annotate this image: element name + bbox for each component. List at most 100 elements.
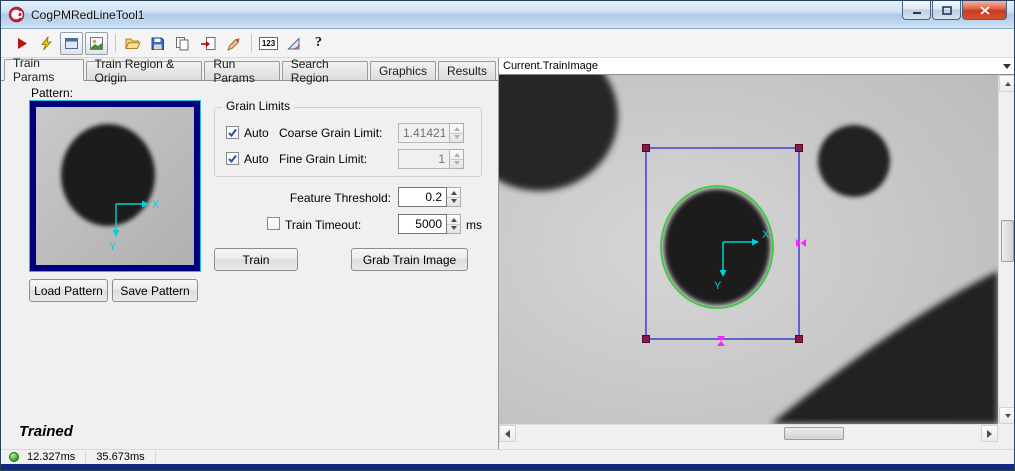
tool-window: CogPMRedLineTool1 bbox=[0, 0, 1015, 471]
image-source-value: Current.TrainImage bbox=[503, 60, 598, 72]
image-source-dropdown[interactable]: Current.TrainImage bbox=[499, 58, 1015, 75]
load-pattern-button[interactable]: Load Pattern bbox=[29, 279, 108, 302]
run-button[interactable] bbox=[10, 32, 33, 55]
right-arrow-icon bbox=[987, 430, 992, 438]
axis-y-label: Y bbox=[714, 280, 722, 292]
tab-label: Results bbox=[447, 64, 487, 78]
status-separator bbox=[85, 452, 86, 463]
open-file-button[interactable] bbox=[121, 32, 144, 55]
train-timeout-spinner[interactable] bbox=[447, 214, 461, 234]
pattern-image: X Y bbox=[36, 107, 194, 265]
status-led-icon bbox=[9, 452, 19, 462]
fine-auto-checkbox[interactable] bbox=[226, 152, 239, 165]
train-timeout-label: Train Timeout: bbox=[285, 218, 361, 232]
grab-train-image-button[interactable]: Grab Train Image bbox=[351, 248, 468, 271]
train-button[interactable]: Train bbox=[214, 248, 298, 271]
maximize-icon bbox=[942, 6, 952, 15]
scroll-up-button[interactable] bbox=[999, 75, 1015, 92]
total-time-value: 35.673ms bbox=[96, 451, 144, 463]
tab-label: Train Params bbox=[13, 56, 75, 84]
numeric-display-button[interactable]: 123 bbox=[257, 32, 280, 55]
fine-grain-limit-spinner[interactable] bbox=[450, 149, 464, 169]
scroll-right-button[interactable] bbox=[981, 425, 998, 442]
copy-icon bbox=[175, 36, 190, 51]
blob-top-right bbox=[818, 125, 890, 197]
up-arrow-icon bbox=[454, 127, 460, 131]
horizontal-scrollbar[interactable] bbox=[499, 424, 998, 441]
vertical-scroll-thumb[interactable] bbox=[1001, 220, 1014, 262]
tab-search-region[interactable]: Search Region bbox=[282, 61, 368, 80]
pen-button[interactable] bbox=[221, 32, 244, 55]
help-icon: ? bbox=[315, 35, 322, 51]
copy-button[interactable] bbox=[171, 32, 194, 55]
tab-strip: Train Params Train Region & Origin Run P… bbox=[1, 58, 498, 81]
down-arrow-icon bbox=[451, 199, 457, 203]
image-display-icon bbox=[89, 36, 104, 51]
tab-run-params[interactable]: Run Params bbox=[204, 61, 279, 80]
vertical-scrollbar[interactable] bbox=[998, 75, 1015, 424]
close-button[interactable] bbox=[962, 1, 1007, 20]
coarse-grain-limit-input[interactable] bbox=[398, 123, 450, 143]
up-arrow-icon bbox=[454, 153, 460, 157]
lightning-icon bbox=[39, 36, 54, 51]
numeric-icon: 123 bbox=[259, 37, 278, 50]
float-window-button[interactable] bbox=[60, 32, 83, 55]
scroll-left-button[interactable] bbox=[499, 425, 516, 442]
scroll-down-button[interactable] bbox=[999, 407, 1015, 424]
coarse-grain-limit-spinner[interactable] bbox=[450, 123, 464, 143]
tab-train-params[interactable]: Train Params bbox=[4, 59, 84, 81]
coarse-auto-checkbox[interactable] bbox=[226, 126, 239, 139]
horizontal-scroll-thumb[interactable] bbox=[784, 427, 844, 440]
train-timeout-unit: ms bbox=[466, 218, 482, 232]
import-image-button[interactable] bbox=[196, 32, 219, 55]
grab-train-image-label: Grab Train Image bbox=[363, 253, 456, 267]
left-arrow-icon bbox=[505, 430, 510, 438]
close-icon bbox=[980, 6, 990, 15]
show-image-display-button[interactable] bbox=[85, 32, 108, 55]
up-arrow-icon bbox=[451, 191, 457, 195]
spin-down-button[interactable] bbox=[450, 158, 463, 168]
toolbar-separator bbox=[251, 34, 252, 52]
spin-down-button[interactable] bbox=[450, 132, 463, 142]
toolbar-separator bbox=[115, 34, 116, 52]
tab-results[interactable]: Results bbox=[438, 61, 496, 80]
image-display[interactable]: X Y bbox=[499, 75, 998, 424]
up-arrow-icon bbox=[1005, 82, 1011, 86]
down-arrow-icon bbox=[454, 161, 460, 165]
tab-train-region-origin[interactable]: Train Region & Origin bbox=[86, 61, 203, 80]
minimize-icon bbox=[912, 6, 922, 15]
tab-label: Graphics bbox=[379, 64, 427, 78]
down-arrow-icon bbox=[451, 226, 457, 230]
window-controls bbox=[901, 1, 1007, 20]
help-button[interactable]: ? bbox=[307, 32, 330, 55]
grain-limits-legend: Grain Limits bbox=[222, 99, 294, 113]
scrollbar-corner bbox=[998, 424, 1015, 441]
fine-grain-limit-label: Fine Grain Limit: bbox=[279, 152, 367, 166]
down-arrow-icon bbox=[454, 135, 460, 139]
maximize-button[interactable] bbox=[932, 1, 961, 20]
main-area: Train Params Train Region & Origin Run P… bbox=[1, 58, 1014, 449]
image-frame: X Y bbox=[499, 75, 1015, 441]
train-timeout-checkbox[interactable] bbox=[267, 217, 280, 230]
save-pattern-label: Save Pattern bbox=[120, 284, 189, 298]
tab-graphics[interactable]: Graphics bbox=[370, 61, 436, 80]
minimize-button[interactable] bbox=[902, 1, 931, 20]
save-pattern-button[interactable]: Save Pattern bbox=[112, 279, 198, 302]
pattern-label: Pattern: bbox=[31, 86, 73, 100]
checkmark-icon bbox=[227, 127, 238, 138]
fine-grain-limit-input[interactable] bbox=[398, 149, 450, 169]
spin-down-button[interactable] bbox=[447, 196, 460, 206]
train-timeout-input[interactable] bbox=[398, 214, 447, 234]
feature-threshold-input[interactable] bbox=[398, 187, 447, 207]
feature-threshold-spinner[interactable] bbox=[447, 187, 461, 207]
coarse-auto-label: Auto bbox=[244, 126, 269, 140]
toolbar: 123 ? bbox=[1, 29, 1014, 58]
image-panel: Current.TrainImage bbox=[498, 58, 1014, 449]
geometry-button[interactable] bbox=[282, 32, 305, 55]
pen-icon bbox=[225, 36, 240, 51]
train-status-text: Trained bbox=[19, 423, 73, 440]
save-file-button[interactable] bbox=[146, 32, 169, 55]
electric-run-button[interactable] bbox=[35, 32, 58, 55]
title-bar[interactable]: CogPMRedLineTool1 bbox=[1, 1, 1014, 29]
spin-down-button[interactable] bbox=[447, 223, 460, 233]
